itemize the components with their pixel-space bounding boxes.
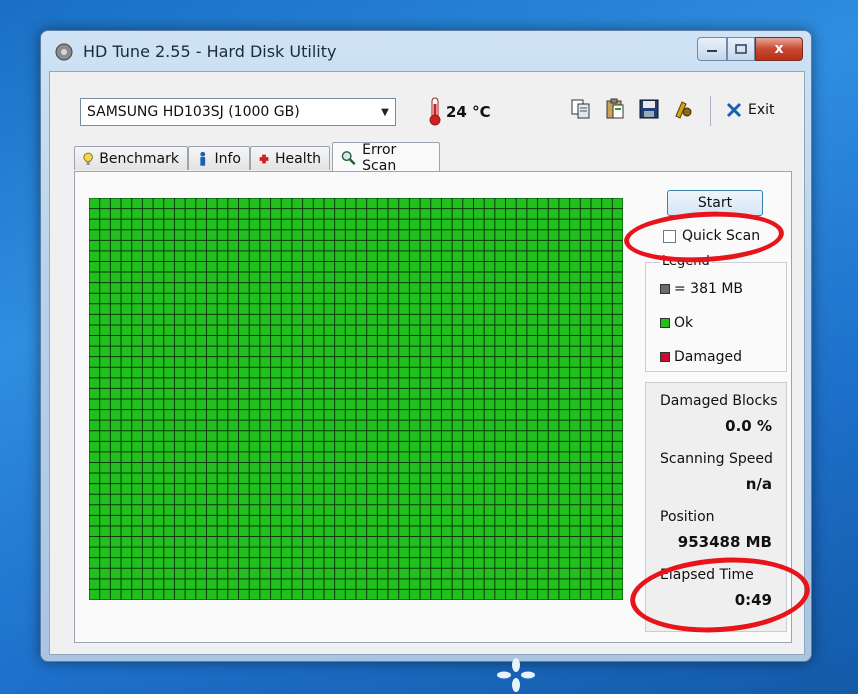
legend-damaged-label: Damaged [674,349,742,365]
start-button[interactable]: Start [667,190,763,216]
benchmark-icon [83,152,93,165]
tab-label: Error Scan [362,141,397,174]
close-button[interactable]: x [755,37,803,61]
app-window: HD Tune 2.55 - Hard Disk Utility x SAMSU… [40,30,812,662]
scanning-speed-label: Scanning Speed [660,451,773,467]
maximize-icon [735,44,747,54]
title-bar[interactable]: HD Tune 2.55 - Hard Disk Utility x [41,31,811,71]
options-button[interactable] [670,96,696,122]
window-title: HD Tune 2.55 - Hard Disk Utility [83,42,337,61]
drive-select[interactable]: SAMSUNG HD103SJ (1000 GB) ▼ [80,98,396,126]
legend-ok-label: Ok [674,315,694,331]
damaged-blocks-label: Damaged Blocks [660,393,778,409]
red-swatch-icon [660,352,670,362]
copy-button[interactable] [568,96,594,122]
quick-scan-label: Quick Scan [682,228,761,244]
minimize-icon [707,50,717,52]
close-icon: x [774,41,784,57]
tab-benchmark[interactable]: Benchmark [74,146,188,170]
chevron-down-icon[interactable]: ▼ [375,99,395,125]
app-icon [55,43,73,61]
block-map [89,198,623,600]
tab-label: Health [275,150,321,167]
tab-label: Benchmark [99,150,179,167]
save-button[interactable] [636,96,662,122]
gray-swatch-icon [660,284,670,294]
temperature-readout: 24 °C [446,103,491,121]
tab-info[interactable]: Info [188,146,250,170]
quick-scan-checkbox[interactable]: Quick Scan [663,228,760,244]
position-value: 953488 MB [677,533,772,551]
green-swatch-icon [660,318,670,328]
client-area: SAMSUNG HD103SJ (1000 GB) ▼ 24 °C Exit B… [49,71,805,655]
scanning-speed-value: n/a [745,475,772,493]
sparkle-icon [497,658,535,692]
position-label: Position [660,509,715,525]
legend-title: Legend [660,254,712,269]
save-icon [639,99,659,119]
thermometer-icon [429,97,441,126]
legend-damaged: Damaged [660,349,742,365]
legend-ok: Ok [660,315,693,331]
elapsed-time-value: 0:49 [734,591,772,609]
exit-label: Exit [748,102,775,118]
health-icon [259,154,269,163]
legend-block-size: = 381 MB [660,281,743,297]
minimize-button[interactable] [697,37,727,61]
drive-select-value: SAMSUNG HD103SJ (1000 GB) [87,104,300,120]
tab-health[interactable]: Health [250,146,330,170]
legend-group: Legend = 381 MB Ok Damaged [645,254,787,372]
tab-error-scan[interactable]: Error Scan [332,141,440,174]
elapsed-time-label: Elapsed Time [660,567,754,583]
tab-label: Info [214,150,242,167]
toolbar-separator [710,96,711,126]
exit-button[interactable]: Exit [726,102,775,118]
clipboard-icon [606,98,624,119]
toolbar [568,96,696,122]
magnifier-icon [341,150,356,165]
checkbox-box[interactable] [663,229,676,243]
error-scan-panel: Start Quick Scan Legend = 381 MB Ok Dama… [74,171,792,643]
maximize-button[interactable] [727,37,755,61]
info-icon [200,151,206,166]
scan-stats: Damaged Blocks 0.0 % Scanning Speed n/a … [645,382,787,632]
options-icon [675,101,692,119]
damaged-blocks-value: 0.0 % [725,417,772,435]
close-icon [726,102,742,118]
block-map-grid [89,198,623,600]
copy-icon [571,99,590,119]
legend-block-size-label: = 381 MB [674,281,744,297]
copy-all-button[interactable] [602,96,628,122]
